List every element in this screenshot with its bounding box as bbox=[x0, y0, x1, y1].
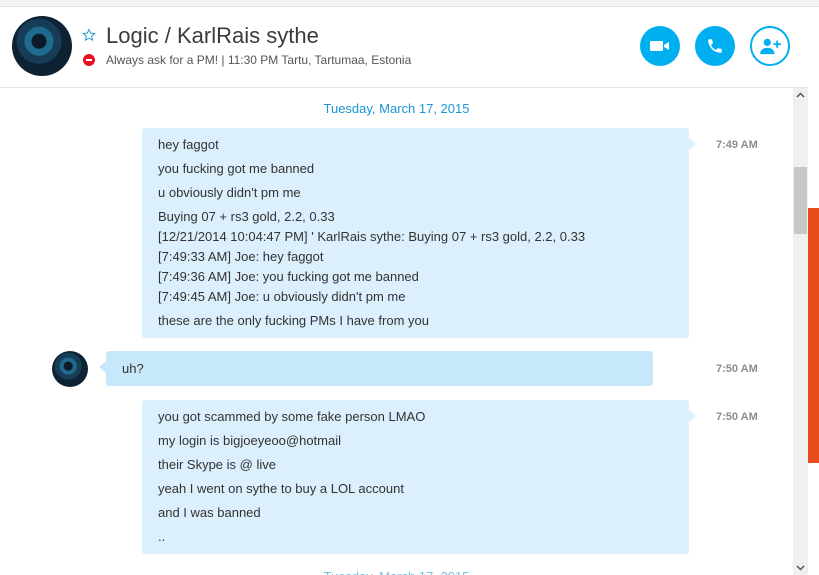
add-people-button[interactable] bbox=[750, 26, 790, 66]
message-line: you got scammed by some fake person LMAO bbox=[158, 409, 426, 424]
message-line: yeah I went on sythe to buy a LOL accoun… bbox=[158, 481, 404, 496]
message-line: [12/21/2014 10:04:47 PM] ' KarlRais syth… bbox=[158, 229, 586, 244]
group-name: Logic bbox=[106, 23, 159, 48]
video-call-icon bbox=[650, 41, 669, 51]
contact-name: KarlRais sythe bbox=[176, 23, 319, 48]
message-line: hey faggot bbox=[158, 137, 219, 152]
vertical-scrollbar[interactable] bbox=[793, 88, 808, 575]
message-bubble-outgoing[interactable]: you got scammed by some fake person LMAO… bbox=[142, 400, 696, 554]
date-divider: Tuesday, March 17, 2015 bbox=[323, 101, 470, 116]
add-person-icon bbox=[760, 38, 781, 55]
mood-message: Always ask for a PM! | 11:30 PM Tartu, T… bbox=[106, 53, 412, 67]
do-not-disturb-icon bbox=[83, 54, 95, 66]
conversation-title: Logic / KarlRais sythe bbox=[106, 23, 319, 49]
message-line: uh? bbox=[122, 361, 144, 376]
message-line: [7:49:45 AM] Joe: u obviously didn't pm … bbox=[158, 289, 406, 304]
message-bubble-outgoing[interactable]: hey faggot you fucking got me banned u o… bbox=[142, 128, 696, 338]
message-bubble-incoming[interactable]: uh? bbox=[99, 351, 653, 386]
message-line: Buying 07 + rs3 gold, 2.2, 0.33 bbox=[158, 209, 335, 224]
message-line: their Skype is @ live bbox=[158, 457, 276, 472]
date-divider: Tuesday, March 17, 2015 bbox=[0, 569, 793, 575]
scroll-up-icon[interactable] bbox=[793, 88, 808, 103]
message-line: [7:49:36 AM] Joe: you fucking got me ban… bbox=[158, 269, 419, 284]
scrollbar-thumb[interactable] bbox=[794, 167, 807, 234]
message-line: .. bbox=[158, 529, 166, 544]
side-panel-edge bbox=[808, 208, 819, 463]
message-timestamp: 7:50 AM bbox=[716, 363, 758, 375]
message-line: and I was banned bbox=[158, 505, 261, 520]
message-line: these are the only fucking PMs I have fr… bbox=[158, 313, 429, 328]
message-timestamp: 7:49 AM bbox=[716, 139, 758, 151]
video-call-button[interactable] bbox=[640, 26, 680, 66]
contact-avatar[interactable] bbox=[12, 16, 72, 76]
audio-call-icon bbox=[708, 39, 722, 53]
message-line: u obviously didn't pm me bbox=[158, 185, 301, 200]
sender-avatar[interactable] bbox=[52, 351, 88, 387]
title-separator: / bbox=[164, 23, 171, 48]
message-line: my login is bigjoeyeoo@hotmail bbox=[158, 433, 342, 448]
star-icon[interactable] bbox=[82, 28, 96, 42]
message-timestamp: 7:50 AM bbox=[716, 411, 758, 423]
scroll-down-icon[interactable] bbox=[793, 560, 808, 575]
message-history[interactable]: Tuesday, March 17, 2015 hey faggot you f… bbox=[0, 88, 793, 575]
audio-call-button[interactable] bbox=[695, 26, 735, 66]
message-line: [7:49:33 AM] Joe: hey faggot bbox=[158, 249, 324, 264]
window-top-strip bbox=[0, 0, 819, 7]
conversation-header: Logic / KarlRais sythe Always ask for a … bbox=[0, 7, 808, 88]
message-line: you fucking got me banned bbox=[158, 161, 315, 176]
